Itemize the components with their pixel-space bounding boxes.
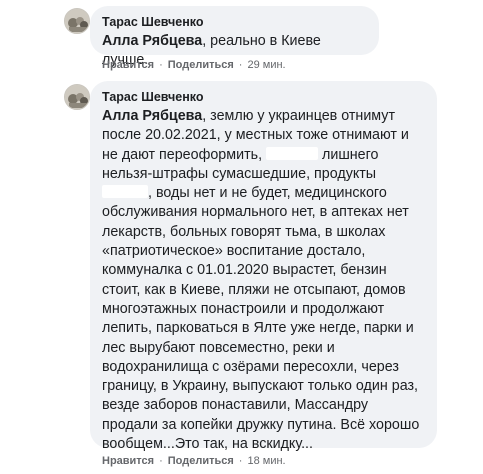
comment-bubble: Тарас Шевченко Алла Рябцева, реально в К… bbox=[90, 6, 379, 68]
avatar[interactable] bbox=[64, 84, 90, 110]
mention-link[interactable]: Алла Рябцева bbox=[102, 108, 202, 124]
comment-body-part-3: , воды нет и не будет, медицинского обсл… bbox=[102, 185, 420, 453]
share-button[interactable]: Поделиться bbox=[168, 455, 234, 467]
share-button[interactable]: Поделиться bbox=[168, 59, 234, 71]
redacted-block bbox=[266, 146, 319, 160]
comment-actions: Нравится · Поделиться · 18 мин. bbox=[102, 454, 286, 468]
comment-author[interactable]: Тарас Шевченко bbox=[102, 14, 367, 30]
comment-bubble: Тарас Шевченко Алла Рябцева, землю у укр… bbox=[90, 81, 437, 452]
avatar-image-icon bbox=[65, 9, 89, 33]
comment-timestamp[interactable]: 18 мин. bbox=[247, 455, 285, 467]
separator: · bbox=[159, 59, 163, 71]
comment-text: Алла Рябцева, землю у украинцев отнимут … bbox=[102, 107, 425, 454]
separator: · bbox=[238, 455, 243, 467]
separator: · bbox=[159, 455, 163, 467]
comment-author[interactable]: Тарас Шевченко bbox=[102, 89, 425, 105]
redacted-block bbox=[102, 185, 148, 199]
separator: · bbox=[238, 59, 243, 71]
comment-timestamp[interactable]: 29 мин. bbox=[247, 59, 285, 71]
like-button[interactable]: Нравится bbox=[102, 455, 154, 467]
avatar-image-icon bbox=[65, 85, 89, 109]
avatar[interactable] bbox=[64, 8, 90, 34]
mention-link[interactable]: Алла Рябцева bbox=[102, 33, 202, 49]
like-button[interactable]: Нравится bbox=[102, 59, 154, 71]
comment-actions: Нравится · Поделиться · 29 мин. bbox=[102, 58, 286, 72]
